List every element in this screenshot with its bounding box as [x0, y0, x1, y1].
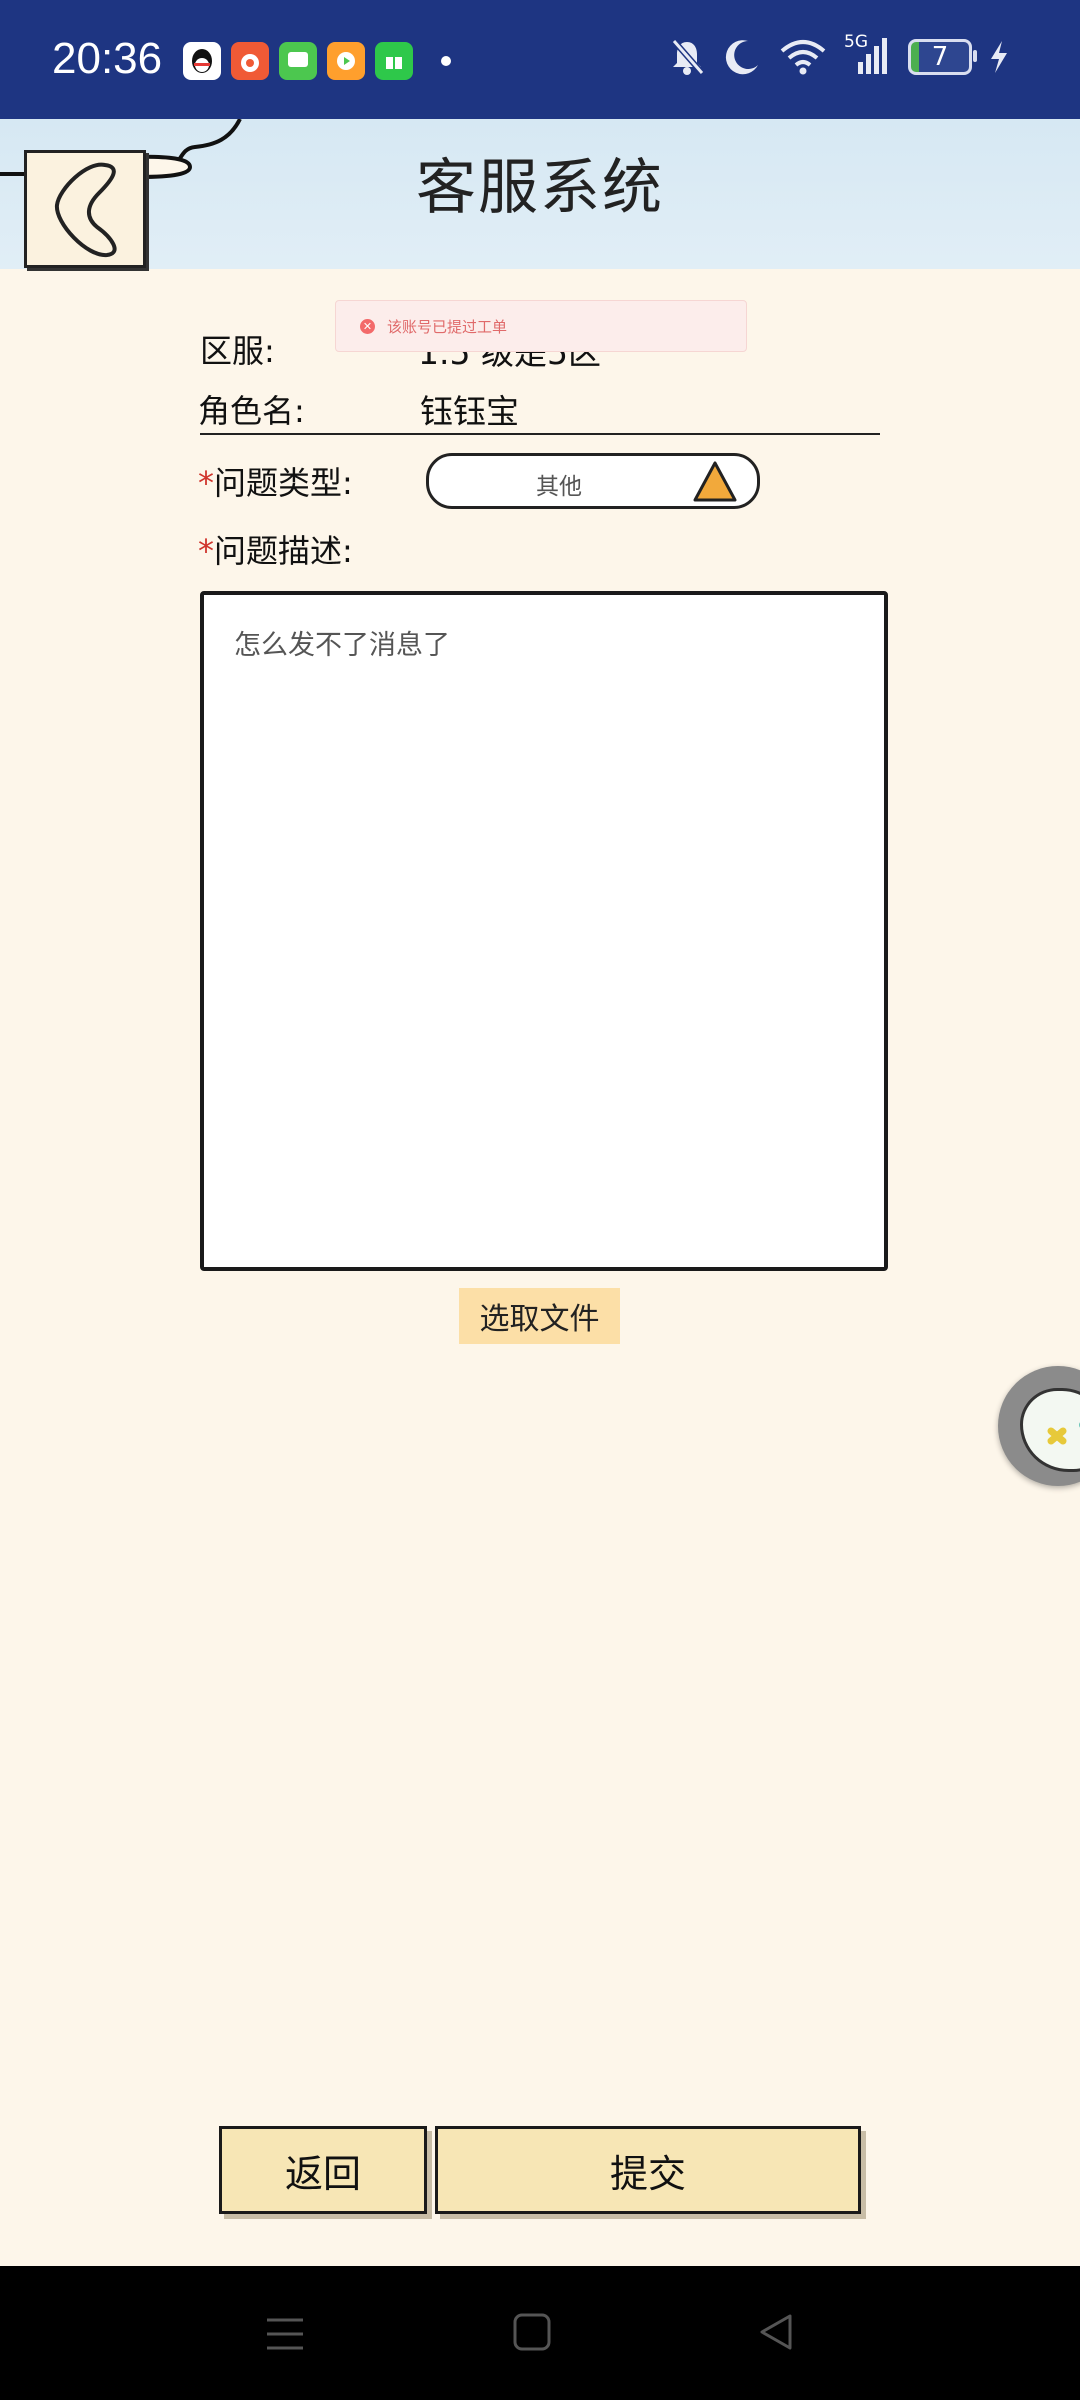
messages-icon — [279, 42, 317, 80]
more-notifications-dot — [441, 56, 451, 66]
battery-level: 7 — [931, 42, 949, 72]
back-chevron-icon — [54, 162, 117, 258]
problem-description-label: *问题描述: — [198, 526, 353, 572]
system-icons: 5G 7 — [668, 32, 1010, 78]
recent-apps-icon[interactable] — [265, 2314, 305, 2354]
choose-file-button[interactable]: 选取文件 — [459, 1288, 620, 1344]
problem-description-textarea[interactable]: 怎么发不了消息了 — [200, 591, 888, 1271]
battery-icon: 7 — [908, 39, 977, 75]
notification-icons — [183, 42, 451, 80]
do-not-disturb-moon-icon — [725, 40, 758, 75]
video-app-icon — [327, 42, 365, 80]
server-label: 区服: — [200, 332, 275, 370]
header-back-button[interactable] — [24, 150, 146, 268]
game-mascot-icon — [1020, 1388, 1080, 1472]
mini-program-icon — [375, 42, 413, 80]
problem-type-select[interactable]: 其他 — [426, 453, 760, 509]
error-close-icon: ✕ — [360, 318, 375, 334]
game-app-icon — [231, 42, 269, 80]
charging-bolt-icon — [991, 41, 1007, 73]
toast-message: 该账号已提过工单 — [387, 317, 508, 336]
required-star: * — [198, 532, 214, 570]
status-bar: 20:36 5G 7 — [0, 0, 1080, 119]
role-underline — [200, 433, 880, 435]
status-time: 20:36 — [52, 34, 163, 83]
back-button[interactable]: 返回 — [219, 2126, 427, 2214]
problem-type-label-text: 问题类型: — [214, 464, 353, 502]
cellular-signal-icon: 5G — [844, 32, 892, 78]
back-triangle-icon[interactable] — [756, 2312, 796, 2352]
home-icon[interactable] — [512, 2312, 552, 2352]
problem-type-label: *问题类型: — [198, 458, 353, 504]
mute-bell-icon — [671, 39, 705, 75]
role-name-value: 钰钰宝 — [420, 392, 519, 431]
system-navigation-bar — [0, 2266, 1080, 2400]
dropdown-triangle-icon — [693, 461, 737, 502]
problem-description-label-text: 问题描述: — [214, 532, 353, 570]
required-star: * — [198, 464, 214, 502]
wifi-icon — [780, 40, 826, 75]
error-toast: ✕ 该账号已提过工单 — [335, 300, 747, 352]
role-label: 角色名: — [198, 392, 305, 430]
problem-type-value: 其他 — [536, 474, 582, 500]
qq-icon — [183, 42, 221, 80]
problem-description-text: 怎么发不了消息了 — [234, 630, 450, 661]
submit-button[interactable]: 提交 — [435, 2126, 861, 2214]
floating-assistant-button[interactable] — [998, 1366, 1080, 1486]
